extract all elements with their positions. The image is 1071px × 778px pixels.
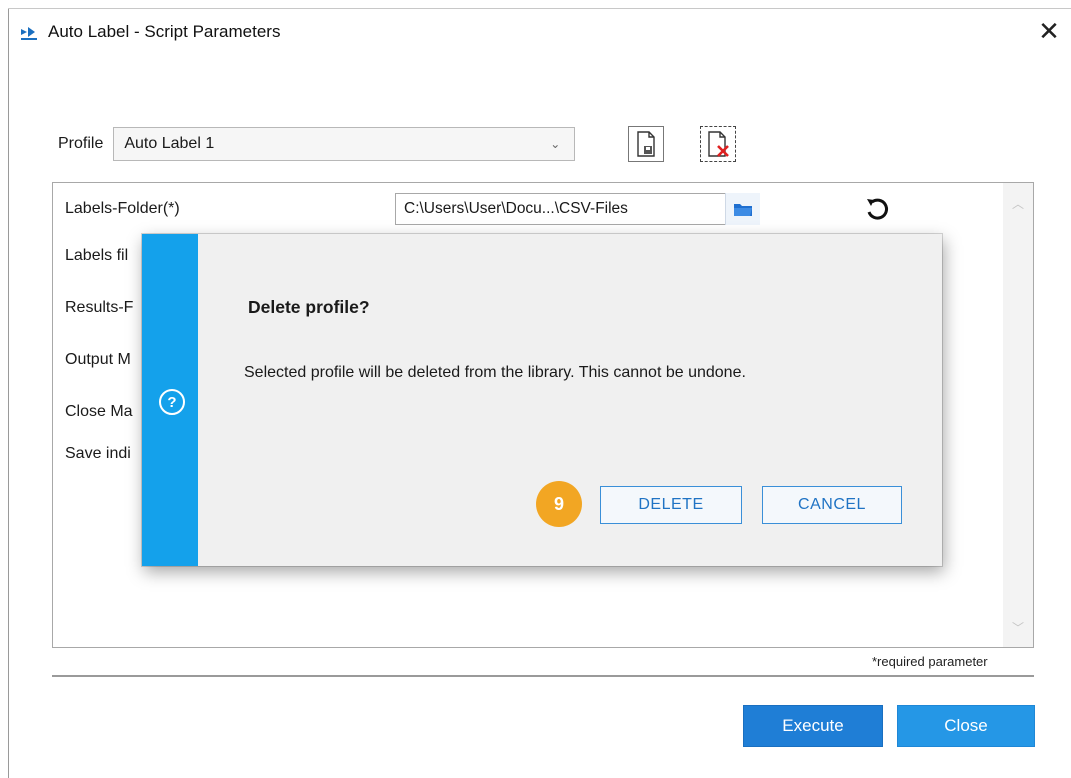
labels-folder-value: C:\Users\User\Docu...\CSV-Files [404, 200, 628, 217]
labels-folder-input[interactable]: C:\Users\User\Docu...\CSV-Files [395, 193, 759, 225]
dialog-message: Selected profile will be deleted from th… [244, 364, 746, 381]
param-label-output-mode: Output M [65, 351, 131, 368]
chevron-down-icon: ⌄ [550, 137, 561, 151]
app-logo-icon [21, 27, 37, 40]
profile-dropdown[interactable]: Auto Label 1 ⌄ [113, 127, 576, 161]
scroll-up-arrow-icon[interactable]: ︿ [1012, 195, 1024, 212]
scroll-down-arrow-icon[interactable]: ﹀ [1012, 619, 1024, 636]
window-title: Auto Label - Script Parameters [48, 22, 281, 41]
profile-label: Profile [58, 135, 104, 152]
title-bar: Auto Label - Script Parameters [18, 18, 280, 46]
save-profile-button[interactable] [628, 126, 664, 162]
delete-button[interactable]: DELETE [600, 486, 742, 524]
param-label-results-folder: Results-F [65, 299, 134, 316]
param-label-labels-file: Labels fil [65, 247, 129, 264]
delete-profile-button[interactable] [700, 126, 736, 162]
question-icon: ? [159, 389, 185, 415]
param-label-close-mode: Close Ma [65, 403, 133, 420]
dialog-accent-strip: ? [142, 234, 198, 566]
browse-folder-button[interactable] [725, 193, 760, 225]
param-label-labels-folder: Labels-Folder(*) [65, 200, 180, 217]
delete-profile-icon [708, 131, 729, 157]
dialog-title: Delete profile? [248, 297, 370, 317]
step-badge: 9 [536, 481, 582, 527]
reset-icon[interactable] [863, 195, 891, 223]
close-window-icon[interactable]: ✕ [1034, 16, 1064, 46]
footer-divider [52, 675, 1034, 677]
profile-row: Profile Auto Label 1 ⌄ [58, 126, 576, 162]
window-border-left [8, 8, 9, 778]
script-parameters-window: Auto Label - Script Parameters ✕ Profile… [0, 0, 1071, 778]
param-label-save-individual: Save indi [65, 445, 131, 462]
cancel-button[interactable]: CANCEL [762, 486, 902, 524]
save-profile-icon [637, 131, 655, 157]
close-button[interactable]: Close [897, 705, 1035, 747]
execute-button[interactable]: Execute [743, 705, 883, 747]
delete-profile-dialog: ? Delete profile? Selected profile will … [142, 234, 942, 566]
profile-selected-value: Auto Label 1 [124, 135, 215, 152]
window-border-top [8, 8, 1071, 9]
folder-icon [734, 204, 752, 216]
parameters-scrollbar[interactable]: ︿ ﹀ [1003, 183, 1033, 647]
required-parameter-note: *required parameter [872, 654, 988, 669]
